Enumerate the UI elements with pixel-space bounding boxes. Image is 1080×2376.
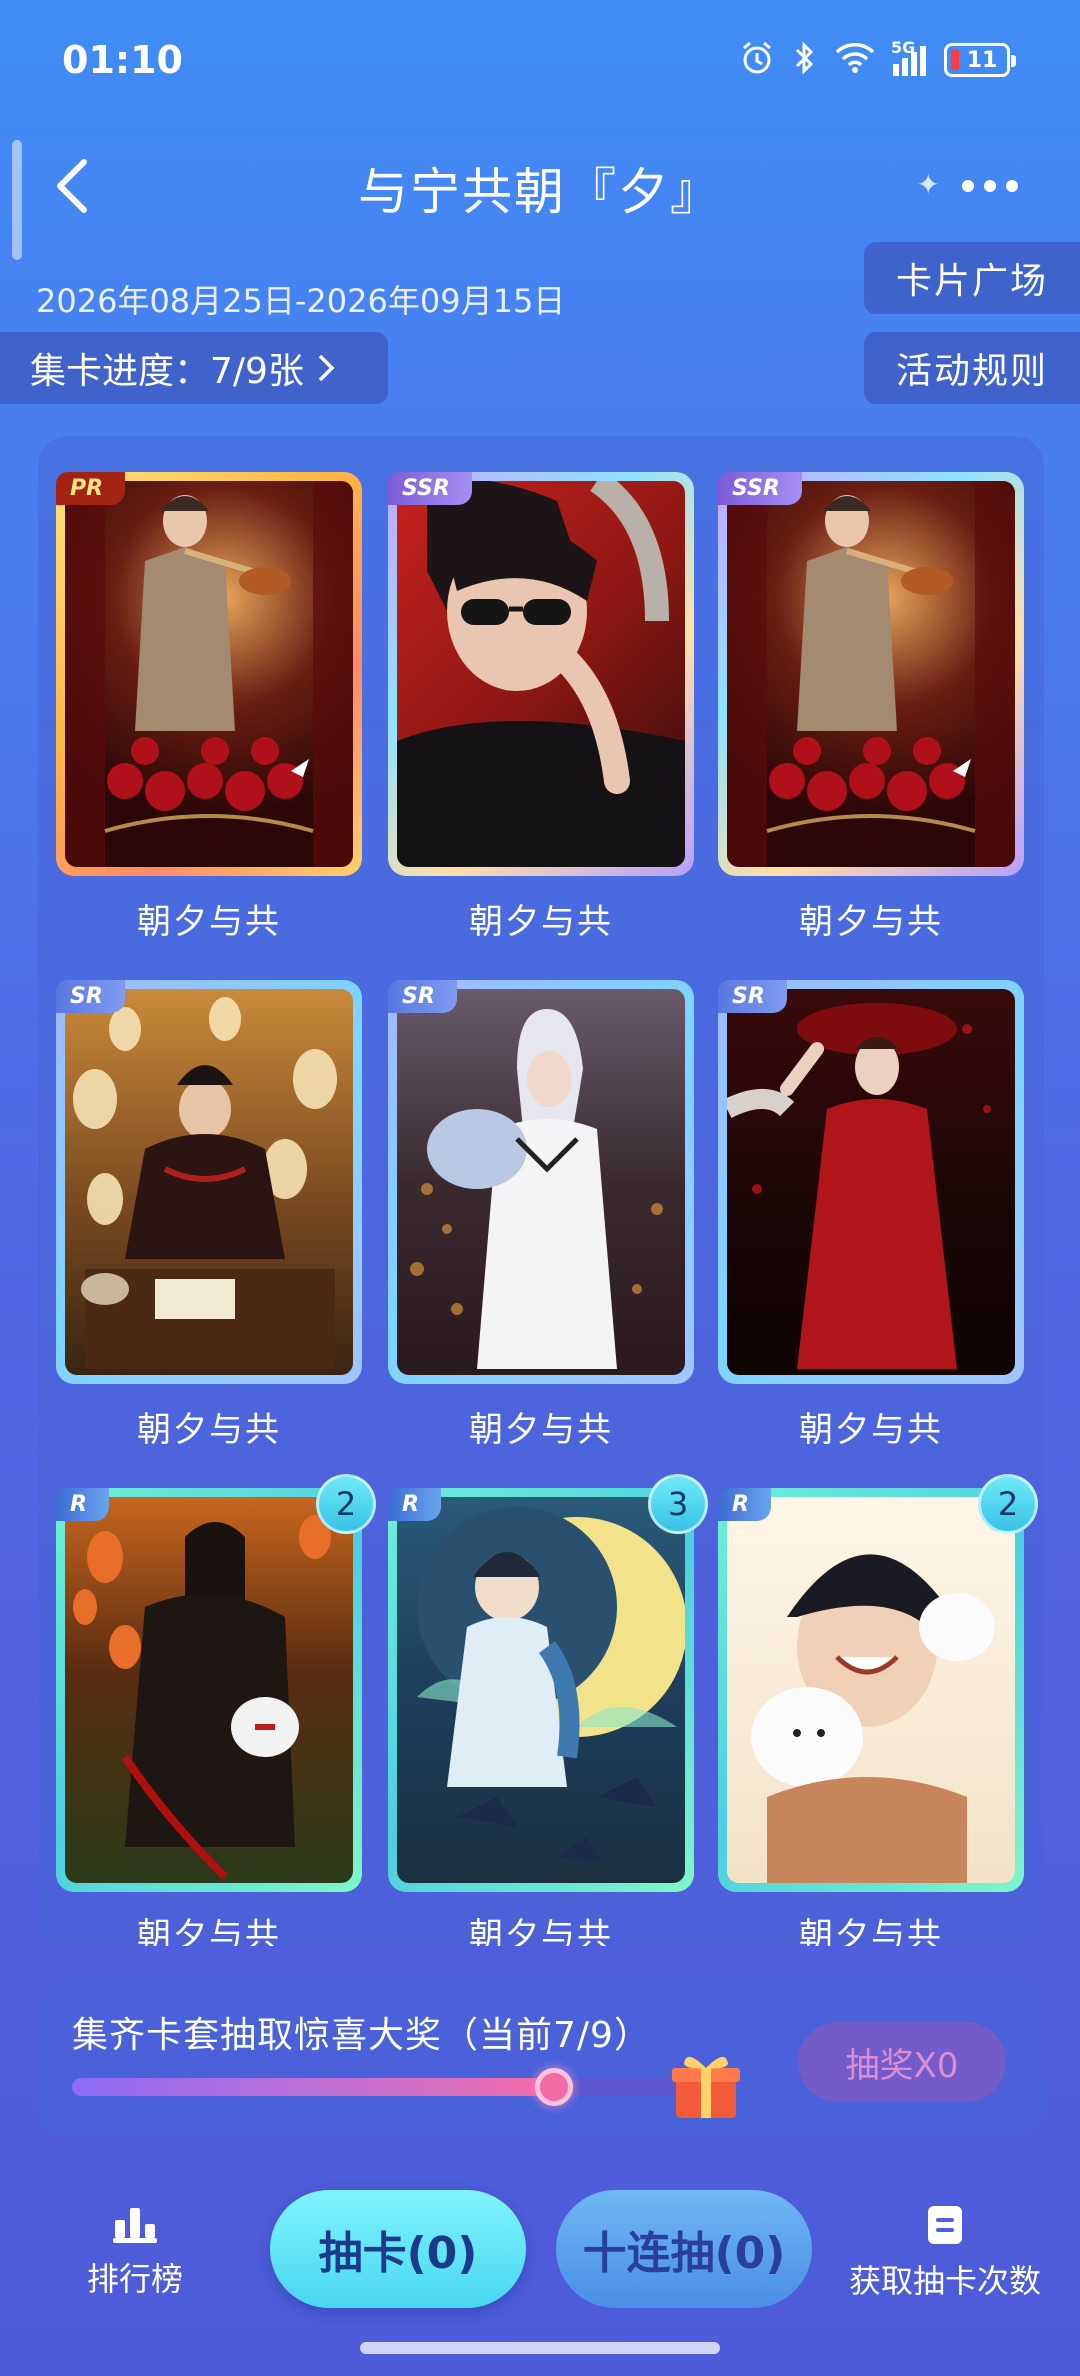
rarity-badge: SSR	[388, 472, 472, 505]
card-name: 朝夕与共	[469, 902, 613, 942]
collection-progress-button[interactable]: 集卡进度：7/9张	[0, 332, 388, 404]
card-name: 朝夕与共	[799, 1410, 943, 1450]
back-button[interactable]	[36, 150, 108, 222]
rarity-badge: SR	[388, 980, 457, 1013]
event-date-range: 2026年08月25日-2026年09月15日	[36, 282, 566, 320]
reward-progress-knob	[535, 2068, 574, 2106]
card-name: 朝夕与共	[799, 902, 943, 942]
document-icon	[928, 2206, 962, 2244]
card-artwork	[397, 989, 685, 1375]
edge-handle	[12, 140, 22, 260]
card-item[interactable]: SSR	[388, 472, 694, 876]
more-menu-button[interactable]	[940, 150, 1040, 222]
draw-card-button[interactable]: 抽卡(0)	[270, 2190, 526, 2308]
card-item[interactable]: R 3	[388, 1474, 708, 1892]
card-item[interactable]: SSR	[718, 472, 1024, 876]
rarity-badge: R	[56, 1488, 109, 1521]
rarity-badge: R	[388, 1488, 441, 1521]
card-item[interactable]: R 2	[56, 1474, 376, 1892]
network-type: 5G	[891, 38, 916, 57]
page-title: 与宁共朝『夕』	[358, 163, 722, 221]
card-name: 朝夕与共	[799, 1916, 943, 1946]
card-name: 朝夕与共	[469, 1916, 613, 1946]
battery-icon: 11	[944, 43, 1016, 77]
alarm-icon	[739, 40, 775, 80]
gift-icon	[668, 2048, 744, 2120]
reward-progress-bar	[72, 2068, 692, 2106]
card-artwork	[65, 481, 353, 867]
card-count-badge: 3	[648, 1474, 708, 1534]
bluetooth-icon	[793, 40, 817, 80]
reward-description: 集齐卡套抽取惊喜大奖（当前7/9）	[72, 2015, 651, 2056]
battery-level: 11	[966, 47, 998, 73]
card-name: 朝夕与共	[137, 1916, 281, 1946]
sparkle-icon: ✦	[916, 168, 940, 201]
wifi-icon	[835, 42, 875, 78]
event-rules-button[interactable]: 活动规则	[864, 332, 1080, 404]
rarity-badge: SR	[56, 980, 125, 1013]
card-count-badge: 2	[978, 1474, 1038, 1534]
rarity-badge: SSR	[718, 472, 802, 505]
home-indicator[interactable]	[360, 2342, 720, 2354]
chevron-left-icon	[57, 159, 87, 213]
reward-panel: 集齐卡套抽取惊喜大奖（当前7/9） 抽奖X0	[38, 1978, 1044, 2134]
bar-chart-icon	[113, 2208, 157, 2243]
status-bar: 01:10 5G 11	[0, 0, 1080, 120]
leaderboard-button[interactable]: 排行榜	[70, 2204, 200, 2314]
rarity-badge: PR	[56, 472, 126, 505]
more-dot-icon	[962, 180, 974, 192]
card-artwork	[727, 481, 1015, 867]
card-item[interactable]: R 2	[718, 1474, 1038, 1892]
draw-reward-button[interactable]: 抽奖X0	[798, 2022, 1006, 2102]
card-item[interactable]: SR	[388, 980, 694, 1384]
card-artwork	[65, 989, 353, 1375]
card-artwork	[727, 1497, 1015, 1883]
card-artwork	[727, 989, 1015, 1375]
card-item[interactable]: PR	[56, 472, 362, 876]
card-count-badge: 2	[316, 1474, 376, 1534]
signal-icon: 5G	[891, 38, 926, 76]
card-artwork	[397, 481, 685, 867]
rarity-badge: R	[718, 1488, 771, 1521]
card-name: 朝夕与共	[137, 1410, 281, 1450]
chevron-right-icon	[318, 354, 335, 382]
leaderboard-label: 排行榜	[86, 2260, 183, 2298]
rarity-badge: SR	[718, 980, 787, 1013]
collection-progress-label: 集卡进度：7/9张	[30, 351, 304, 392]
card-grid: PR 朝夕与共 SSR 朝夕与共 SSR 朝夕与共 SR 朝夕与共 SR 朝夕与…	[38, 436, 1044, 1946]
more-dot-icon	[984, 180, 996, 192]
card-name: 朝夕与共	[469, 1410, 613, 1450]
card-item[interactable]: SR	[56, 980, 362, 1384]
status-icons: 5G 11	[739, 38, 1016, 80]
get-draws-button[interactable]: 获取抽卡次数	[840, 2204, 1050, 2314]
status-time: 01:10	[62, 38, 183, 82]
card-artwork	[397, 1497, 685, 1883]
ten-draw-button[interactable]: 十连抽(0)	[556, 2190, 812, 2308]
get-draws-label: 获取抽卡次数	[848, 2262, 1041, 2300]
card-name: 朝夕与共	[137, 902, 281, 942]
card-artwork	[65, 1497, 353, 1883]
card-item[interactable]: SR	[718, 980, 1024, 1384]
card-plaza-button[interactable]: 卡片广场	[864, 242, 1080, 314]
more-dot-icon	[1006, 180, 1018, 192]
reward-progress-fill	[72, 2078, 555, 2096]
